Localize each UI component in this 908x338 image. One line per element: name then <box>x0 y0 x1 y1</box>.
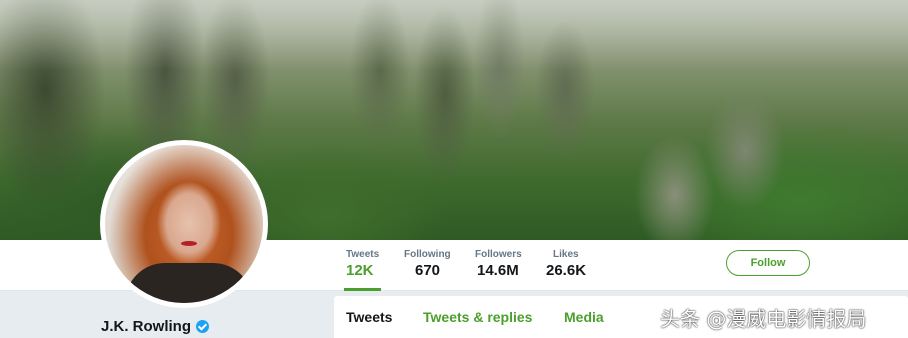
stat-label: Followers <box>475 249 522 260</box>
stat-label: Tweets <box>346 249 380 260</box>
avatar-shirt <box>125 263 253 303</box>
stat-value: 26.6K <box>546 262 587 279</box>
stat-tweets[interactable]: Tweets 12K <box>343 249 382 291</box>
avatar[interactable] <box>100 140 268 308</box>
stat-label: Likes <box>553 249 579 260</box>
stat-value: 12K <box>346 262 374 279</box>
follow-button[interactable]: Follow <box>726 250 810 276</box>
stat-followers[interactable]: Followers 14.6M <box>475 249 522 279</box>
watermark-text: 头条 @漫威电影情报局 <box>660 307 867 331</box>
stat-value: 670 <box>415 262 441 279</box>
avatar-lips <box>181 241 197 246</box>
profile-name-text: J.K. Rowling <box>101 318 191 335</box>
header-mist <box>0 0 908 70</box>
stat-label: Following <box>404 249 451 260</box>
verified-icon <box>196 320 209 333</box>
tab-media[interactable]: Media <box>564 309 604 325</box>
stat-likes[interactable]: Likes 26.6K <box>546 249 586 279</box>
stat-value: 14.6M <box>477 262 519 279</box>
stat-following[interactable]: Following 670 <box>404 249 451 279</box>
profile-name[interactable]: J.K. Rowling <box>101 318 209 335</box>
tab-tweets[interactable]: Tweets <box>346 309 392 325</box>
tab-tweets-replies[interactable]: Tweets & replies <box>423 309 532 325</box>
